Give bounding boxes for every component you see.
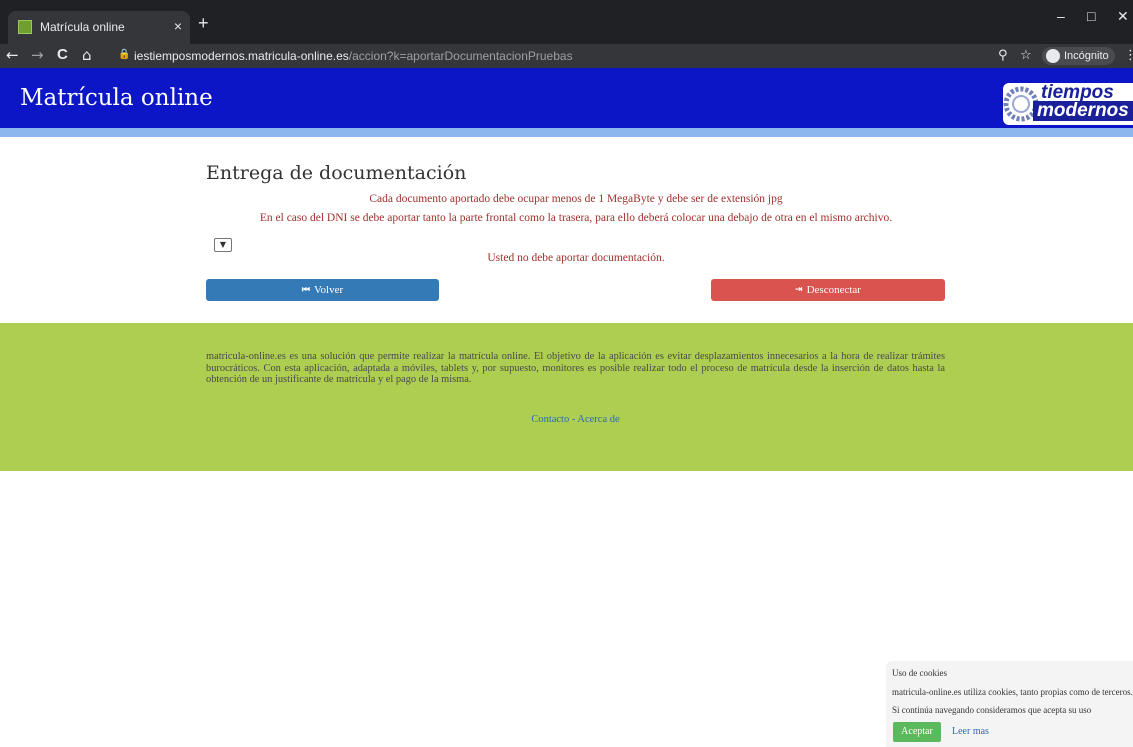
site-footer: matricula-online.es es una solución que … <box>0 323 1133 471</box>
minimize-icon[interactable]: – <box>1057 8 1065 24</box>
url-text: iestiemposmodernos.matricula-online.es/a… <box>134 49 573 63</box>
close-window-icon[interactable]: ✕ <box>1117 8 1129 25</box>
tab-close-icon[interactable]: × <box>174 18 182 34</box>
log-out-icon: ⇥ <box>795 285 803 295</box>
favicon-icon <box>18 20 32 34</box>
step-backward-icon: ⏮ <box>301 285 310 295</box>
status-message: Usted no debe aportar documentación. <box>487 252 665 264</box>
subheader-strip <box>0 128 1133 137</box>
cookie-title: Uso de cookies <box>892 668 947 678</box>
maximize-icon[interactable]: □ <box>1087 8 1095 24</box>
incognito-label: Incógnito <box>1064 50 1109 62</box>
dni-note: En el caso del DNI se debe aportar tanto… <box>259 212 893 224</box>
site-header: Matrícula online <box>0 68 1133 128</box>
menu-kebab-icon[interactable]: ⋮ <box>1124 48 1133 63</box>
url-host: iestiemposmodernos.matricula-online.es <box>134 49 349 63</box>
size-note: Cada documento aportado debe ocupar meno… <box>369 193 783 205</box>
new-tab-button[interactable]: + <box>198 13 209 34</box>
cookie-banner: Uso de cookies matricula-online.es utili… <box>886 661 1133 747</box>
desconectar-button[interactable]: ⇥ Desconectar <box>711 279 945 301</box>
lock-icon: 🔒 <box>118 49 131 60</box>
address-bar[interactable]: 🔒 iestiemposmodernos.matricula-online.es… <box>112 46 972 66</box>
url-path: /accion?k=aportarDocumentacionPruebas <box>348 49 573 63</box>
logo-text-modernos: modernos <box>1033 101 1133 121</box>
document-select[interactable]: ▼ <box>214 238 232 252</box>
tab-title: Matrícula online <box>40 20 125 34</box>
leer-mas-link[interactable]: Leer mas <box>952 726 989 737</box>
browser-tab[interactable]: Matrícula online × <box>8 11 190 44</box>
page-title: Entrega de documentación <box>206 162 467 184</box>
incognito-badge[interactable]: Incógnito <box>1042 47 1115 65</box>
desconectar-label: Desconectar <box>806 284 861 296</box>
chevron-down-icon: ▼ <box>219 240 227 249</box>
accept-cookies-button[interactable]: Aceptar <box>893 722 941 742</box>
cookie-text-2: Si continúa navegando consideramos que a… <box>892 705 1092 715</box>
incognito-icon <box>1046 49 1060 63</box>
volver-button[interactable]: ⏮ Volver <box>206 279 439 301</box>
reload-icon[interactable]: C <box>57 46 68 63</box>
tiempos-modernos-logo: tiempos modernos <box>1003 83 1133 125</box>
footer-description: matricula-online.es es una solución que … <box>206 351 945 385</box>
cookie-text-1: matricula-online.es utiliza cookies, tan… <box>892 687 1133 697</box>
bookmark-star-icon[interactable]: ☆ <box>1020 48 1032 63</box>
home-icon[interactable]: ⌂ <box>82 46 92 64</box>
zoom-search-icon[interactable]: ⚲ <box>998 48 1008 63</box>
site-title: Matrícula online <box>20 85 213 111</box>
browser-titlebar: Matrícula online × + – □ ✕ <box>0 0 1133 44</box>
acerca-link[interactable]: Acerca de <box>577 414 619 425</box>
browser-toolbar: ← → C ⌂ 🔒 iestiemposmodernos.matricula-o… <box>0 44 1133 68</box>
footer-links: Contacto - Acerca de <box>206 414 945 425</box>
volver-label: Volver <box>313 284 344 296</box>
contacto-link[interactable]: Contacto <box>531 414 569 425</box>
forward-icon[interactable]: → <box>31 46 44 64</box>
back-icon[interactable]: ← <box>6 46 19 64</box>
